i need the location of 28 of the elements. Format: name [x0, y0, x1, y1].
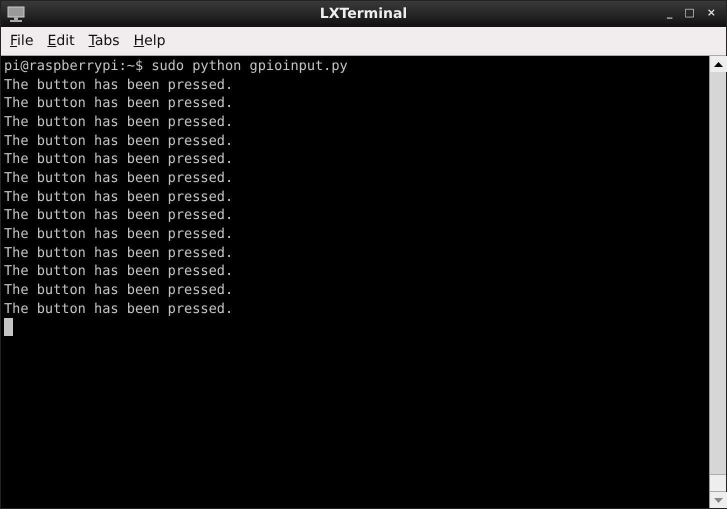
terminal-line: The button has been pressed. [4, 76, 234, 93]
scroll-down-icon[interactable] [710, 492, 727, 508]
terminal-line: The button has been pressed. [4, 300, 234, 317]
terminal-line: The button has been pressed. [4, 244, 234, 261]
scroll-thumb[interactable] [710, 474, 726, 492]
cursor [4, 318, 13, 336]
menu-item[interactable]: File [5, 28, 38, 54]
close-button[interactable]: × [702, 7, 720, 18]
terminal-line: The button has been pressed. [4, 188, 234, 205]
terminal-line: The button has been pressed. [4, 282, 234, 298]
terminal-line: pi@raspberrypi:~$ sudo python gpioinput.py [4, 58, 348, 74]
terminal-line: The button has been pressed. [4, 151, 234, 168]
terminal-line: The button has been pressed. [4, 114, 234, 130]
terminal-line: The button has been pressed. [4, 170, 234, 186]
menu-item[interactable]: Tabs [84, 28, 125, 54]
scrollbar[interactable] [709, 56, 726, 508]
terminal-line: The button has been pressed. [4, 263, 234, 280]
monitor-icon [7, 6, 25, 22]
terminal-line: The button has been pressed. [4, 207, 234, 224]
minimize-button[interactable]: _ [662, 7, 676, 18]
scroll-up-icon[interactable] [710, 56, 727, 72]
window-title: LXTerminal [320, 4, 408, 24]
terminal-line: The button has been pressed. [4, 95, 234, 112]
maximize-button[interactable]: □ [680, 7, 699, 18]
terminal-line: The button has been pressed. [4, 226, 234, 242]
menu-item[interactable]: Help [128, 28, 170, 54]
terminal-line: The button has been pressed. [4, 132, 234, 149]
menu-item[interactable]: Edit [42, 28, 80, 54]
